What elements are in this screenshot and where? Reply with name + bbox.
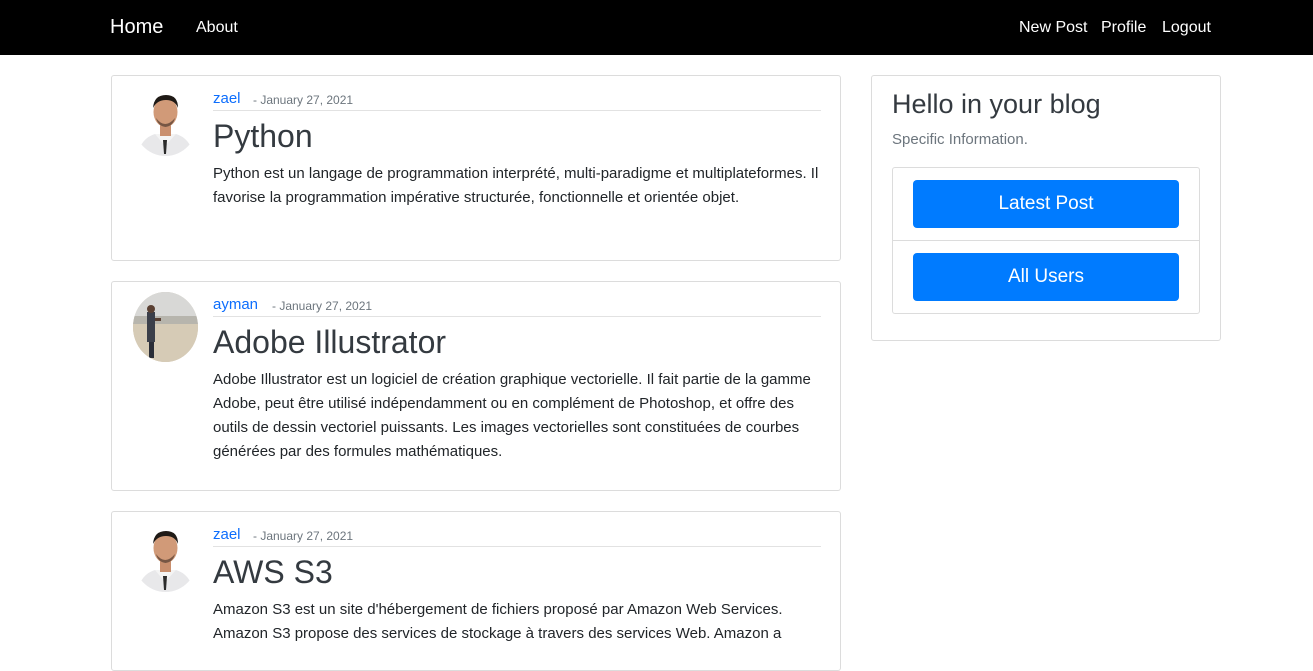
post-card: ayman - January 27, 2021 Adobe Illustrat… (111, 281, 841, 491)
post-card: zael - January 27, 2021 AWS S3 Amazon S3… (111, 511, 841, 671)
post-title[interactable]: Adobe Illustrator (213, 324, 446, 361)
top-navbar: Home About New Post Profile Logout (0, 0, 1313, 55)
all-users-button[interactable]: All Users (913, 253, 1179, 301)
post-title[interactable]: Python (213, 118, 313, 155)
sidebar-link-list: Latest Post All Users (892, 167, 1200, 314)
list-divider (893, 240, 1199, 241)
author-avatar[interactable] (133, 292, 198, 362)
sidebar-subtitle: Specific Information. (892, 131, 1028, 148)
post-title[interactable]: AWS S3 (213, 554, 333, 591)
nav-about-link[interactable]: About (196, 0, 238, 55)
sidebar-panel: Hello in your blog Specific Information.… (871, 75, 1221, 341)
post-content: Amazon S3 est un site d'hébergement de f… (213, 601, 783, 642)
post-content: Adobe Illustrator est un logiciel de cré… (213, 371, 811, 460)
sidebar-title: Hello in your blog (892, 89, 1101, 119)
post-date: - January 27, 2021 (253, 529, 354, 543)
post-author-link[interactable]: zael (213, 90, 241, 107)
nav-new-post-link[interactable]: New Post (1019, 0, 1087, 55)
latest-post-button[interactable]: Latest Post (913, 180, 1179, 228)
post-date: - January 27, 2021 (253, 93, 354, 107)
nav-home-link[interactable]: Home (110, 0, 163, 55)
post-date: - January 27, 2021 (272, 299, 373, 313)
post-card: zael - January 27, 2021 Python Python es… (111, 75, 841, 261)
post-author-link[interactable]: ayman (213, 296, 258, 313)
author-avatar[interactable] (133, 522, 198, 592)
author-avatar[interactable] (133, 86, 198, 156)
post-meta: ayman - January 27, 2021 (213, 296, 821, 317)
post-meta: zael - January 27, 2021 (213, 90, 821, 111)
post-author-link[interactable]: zael (213, 526, 241, 543)
post-content: Python est un langage de programmation i… (213, 165, 819, 206)
post-meta: zael - January 27, 2021 (213, 526, 821, 547)
nav-logout-link[interactable]: Logout (1162, 0, 1211, 55)
nav-profile-link[interactable]: Profile (1101, 0, 1146, 55)
